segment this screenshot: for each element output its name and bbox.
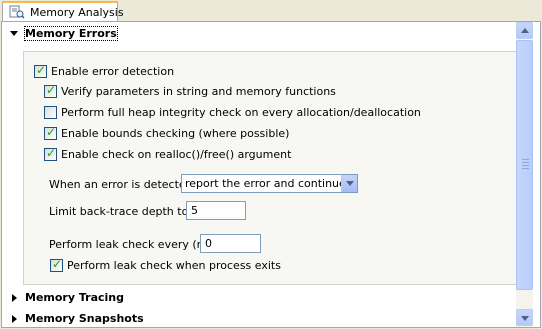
error-action-value: report the error and continue	[185, 177, 346, 190]
bounds-checking-label: Enable bounds checking (where possible)	[61, 127, 290, 140]
grip-line	[522, 159, 529, 160]
checkmark-icon: ✓	[46, 125, 57, 139]
backtrace-depth-label: Limit back-trace depth to:	[49, 205, 193, 218]
enable-error-detection-label: Enable error detection	[51, 65, 175, 78]
section-memory-tracing-label: Memory Tracing	[25, 291, 124, 304]
scroll-up-button[interactable]	[516, 22, 533, 39]
when-error-label: When an error is detected:	[49, 178, 197, 191]
full-heap-check-label: Perform full heap integrity check on eve…	[61, 106, 421, 119]
chevron-down-icon	[346, 181, 354, 186]
enable-error-detection-checkbox[interactable]: ✓	[34, 63, 47, 78]
grip-line	[522, 165, 529, 166]
section-memory-snapshots[interactable]: Memory Snapshots	[2, 312, 144, 327]
backtrace-depth-input[interactable]: 5	[186, 201, 246, 220]
leak-check-interval-value: 0	[205, 237, 212, 250]
bounds-checking-checkbox[interactable]: ✓	[44, 125, 57, 140]
checkmark-icon: ✓	[36, 63, 47, 77]
grip-line	[522, 168, 529, 169]
section-memory-errors[interactable]: Memory Errors	[2, 26, 122, 43]
memory-analysis-panel: Memory Errors ✓ Enable error detection ✓…	[1, 21, 541, 328]
tab-memory-analysis[interactable]: Memory Analysis	[2, 1, 124, 21]
tab-bar: Memory Analysis	[0, 0, 542, 21]
error-action-select[interactable]: report the error and continue	[181, 174, 358, 193]
backtrace-depth-value: 5	[191, 204, 198, 217]
settings-scroll-area: Memory Errors ✓ Enable error detection ✓…	[2, 22, 516, 327]
leak-check-on-exit-checkbox[interactable]: ✓	[50, 257, 63, 272]
grip-line	[522, 162, 529, 163]
leak-check-every-label: Perform leak check every (ms)	[49, 238, 218, 251]
leak-check-interval-input[interactable]: 0	[200, 234, 261, 253]
verify-parameters-checkbox[interactable]: ✓	[44, 83, 57, 98]
arrow-up-icon	[521, 28, 529, 33]
section-memory-tracing[interactable]: Memory Tracing	[2, 291, 124, 307]
memory-errors-group: ✓ Enable error detection ✓ Verify parame…	[23, 51, 516, 285]
collapse-arrow-icon[interactable]	[12, 294, 17, 302]
memory-analysis-icon	[9, 5, 25, 19]
checkmark-icon: ✓	[46, 146, 57, 160]
arrow-down-icon	[521, 316, 529, 321]
dropdown-button[interactable]	[341, 175, 357, 192]
vertical-scrollbar[interactable]	[516, 22, 533, 327]
realloc-check-label: Enable check on realloc()/free() argumen…	[61, 148, 292, 161]
collapse-arrow-icon[interactable]	[12, 315, 17, 323]
realloc-check-checkbox[interactable]: ✓	[44, 146, 57, 161]
scroll-down-button[interactable]	[516, 309, 533, 326]
verify-parameters-label: Verify parameters in string and memory f…	[61, 85, 336, 98]
checkmark-icon: ✓	[52, 257, 63, 271]
expand-arrow-icon[interactable]	[10, 31, 18, 36]
tab-label: Memory Analysis	[30, 6, 124, 19]
section-memory-errors-label: Memory Errors	[24, 26, 118, 41]
section-memory-snapshots-label: Memory Snapshots	[25, 312, 144, 325]
full-heap-check-checkbox[interactable]	[44, 106, 57, 119]
checkmark-icon: ✓	[46, 83, 57, 97]
scrollbar-thumb[interactable]	[516, 40, 533, 290]
leak-check-on-exit-label: Perform leak check when process exits	[67, 259, 281, 272]
